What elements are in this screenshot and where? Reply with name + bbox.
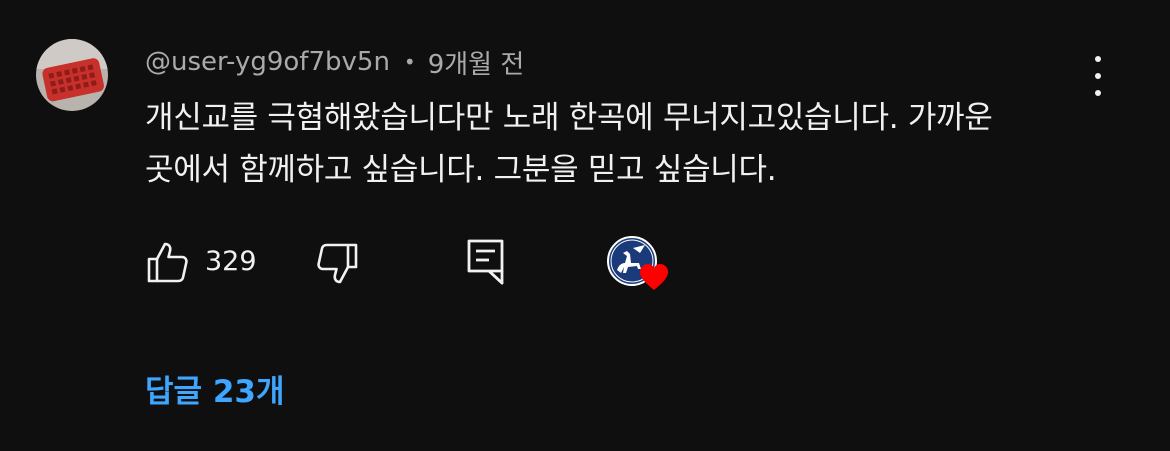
more-vertical-icon-dot <box>1095 73 1101 79</box>
separator-dot: • <box>403 50 416 74</box>
avatar-image <box>36 39 108 111</box>
like-count: 329 <box>205 246 257 277</box>
view-replies-button[interactable]: 답글 23개 <box>145 366 285 411</box>
more-vertical-icon-dot <box>1095 90 1101 96</box>
thumbs-down-icon <box>317 243 358 284</box>
user-avatar[interactable] <box>36 39 108 111</box>
comment-text-line: 개신교를 극혐해왔습니다만 노래 한곡에 무너지고있습니다. 가까운 <box>145 100 993 136</box>
author-name[interactable]: @user-yg9of7bv5n <box>145 47 390 77</box>
reply-button[interactable] <box>465 238 507 286</box>
comment-body: 개신교를 극혐해왔습니다만 노래 한곡에 무너지고있습니다. 가까운 곳에서 함… <box>145 92 1095 196</box>
more-vertical-icon <box>1095 56 1101 62</box>
reply-comment-icon <box>467 239 504 285</box>
dislike-button[interactable] <box>314 240 360 286</box>
comment-text-line: 곳에서 함께하고 싶습니다. 그분을 믿고 싶습니다. <box>145 152 777 188</box>
comment-timestamp[interactable]: 9개월 전 <box>428 44 525 81</box>
more-options-button[interactable] <box>1082 56 1114 96</box>
comment-header: @user-yg9of7bv5n • 9개월 전 <box>145 44 524 80</box>
thumbs-up-icon <box>147 242 188 283</box>
like-button[interactable] <box>145 240 191 286</box>
heart-icon <box>640 264 668 290</box>
creator-heart-badge <box>607 236 671 294</box>
